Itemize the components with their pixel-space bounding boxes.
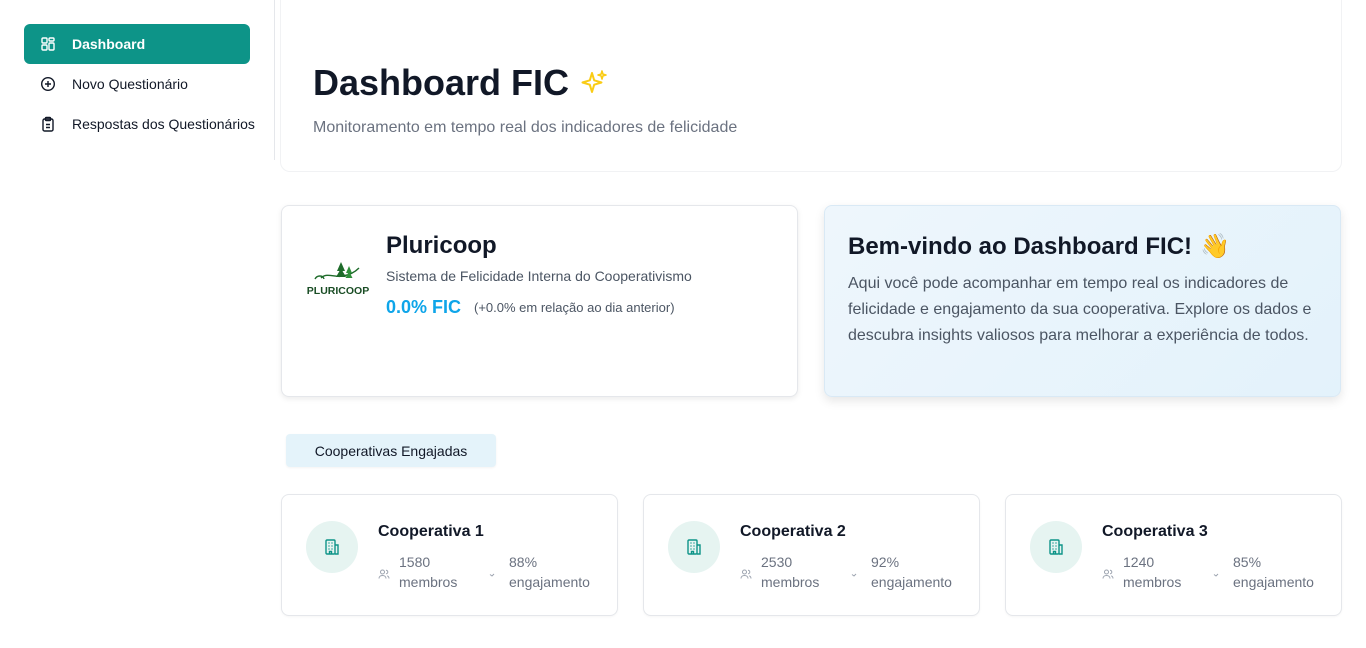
welcome-title-text: Bem-vindo ao Dashboard FIC! xyxy=(848,232,1193,260)
cooperative-name: Cooperativa 3 xyxy=(1102,523,1208,540)
engagement-label: engajamento xyxy=(871,574,952,590)
members-value: 1240 xyxy=(1123,554,1155,570)
tab-cooperativas-engajadas[interactable]: Cooperativas Engajadas xyxy=(286,434,496,467)
sidebar-item-label: Respostas dos Questionários xyxy=(72,116,255,132)
page-subtitle: Monitoramento em tempo real dos indicado… xyxy=(313,119,738,136)
engagement-stat: 85% engajamento xyxy=(1213,552,1314,592)
engagement-stat: 88% engajamento xyxy=(489,552,590,592)
cooperative-name: Cooperativa 2 xyxy=(740,523,846,540)
members-stat: 1580 membros xyxy=(378,552,458,592)
members-label: membros xyxy=(1123,574,1182,590)
logo-text: PLURICOOP xyxy=(307,285,369,297)
organization-description: Sistema de Felicidade Interna do Coopera… xyxy=(386,268,692,284)
engagement-value: 85% xyxy=(1233,554,1262,570)
users-icon xyxy=(378,565,390,579)
cooperative-card[interactable]: Cooperativa 3 1240 membros 85% engajamen… xyxy=(1005,494,1342,616)
welcome-card: Bem-vindo ao Dashboard FIC! 👋 Aqui você … xyxy=(824,205,1341,397)
members-label: membros xyxy=(761,574,820,590)
members-stat: 2530 membros xyxy=(740,552,820,592)
organization-card: PLURICOOP Pluricoop Sistema de Felicidad… xyxy=(281,205,798,397)
page-header: Dashboard FIC Monitoramento em tempo rea… xyxy=(280,0,1342,172)
engagement-label: engajamento xyxy=(1233,574,1314,590)
sparkles-icon xyxy=(581,70,607,93)
trend-icon xyxy=(488,565,500,577)
engagement-value: 88% xyxy=(509,554,538,570)
members-value: 1580 xyxy=(399,554,431,570)
plus-circle-icon xyxy=(40,76,56,92)
waving-hand-icon: 👋 xyxy=(1200,233,1230,260)
trend-icon xyxy=(850,565,862,577)
welcome-title: Bem-vindo ao Dashboard FIC! 👋 xyxy=(848,232,1230,261)
engagement-label: engajamento xyxy=(509,574,590,590)
building-icon xyxy=(1030,521,1082,573)
users-icon xyxy=(1102,565,1114,579)
layout-grid-icon xyxy=(40,36,56,52)
engagement-stat: 92% engajamento xyxy=(851,552,952,592)
members-stat: 1240 membros xyxy=(1102,552,1182,592)
building-icon xyxy=(306,521,358,573)
cooperative-card[interactable]: Cooperativa 2 2530 membros 92% engajamen… xyxy=(643,494,980,616)
users-icon xyxy=(740,565,752,579)
sidebar-item-dashboard[interactable]: Dashboard xyxy=(24,24,250,64)
sidebar-item-novo-questionario[interactable]: Novo Questionário xyxy=(24,64,250,104)
page-title-text: Dashboard FIC xyxy=(313,62,570,103)
clipboard-list-icon xyxy=(40,116,56,132)
fic-value: 0.0% FIC xyxy=(386,297,462,317)
members-label: membros xyxy=(399,574,458,590)
sidebar-item-label: Dashboard xyxy=(72,36,146,52)
fic-change: (+0.0% em relação ao dia anterior) xyxy=(474,300,675,315)
organization-name: Pluricoop xyxy=(386,232,497,259)
trend-icon xyxy=(1212,565,1224,577)
sidebar-item-respostas[interactable]: Respostas dos Questionários xyxy=(24,104,255,144)
cooperative-card[interactable]: Cooperativa 1 1580 membros 88% engajamen… xyxy=(281,494,618,616)
building-icon xyxy=(668,521,720,573)
cooperative-name: Cooperativa 1 xyxy=(378,523,484,540)
engagement-value: 92% xyxy=(871,554,900,570)
page-title: Dashboard FIC xyxy=(313,62,609,104)
pluricoop-logo: PLURICOOP xyxy=(307,258,369,298)
members-value: 2530 xyxy=(761,554,793,570)
welcome-text: Aqui você pode acompanhar em tempo real … xyxy=(848,275,1312,344)
sidebar-item-label: Novo Questionário xyxy=(72,76,188,92)
sidebar: Dashboard Novo Questionário Respostas do… xyxy=(0,0,275,160)
